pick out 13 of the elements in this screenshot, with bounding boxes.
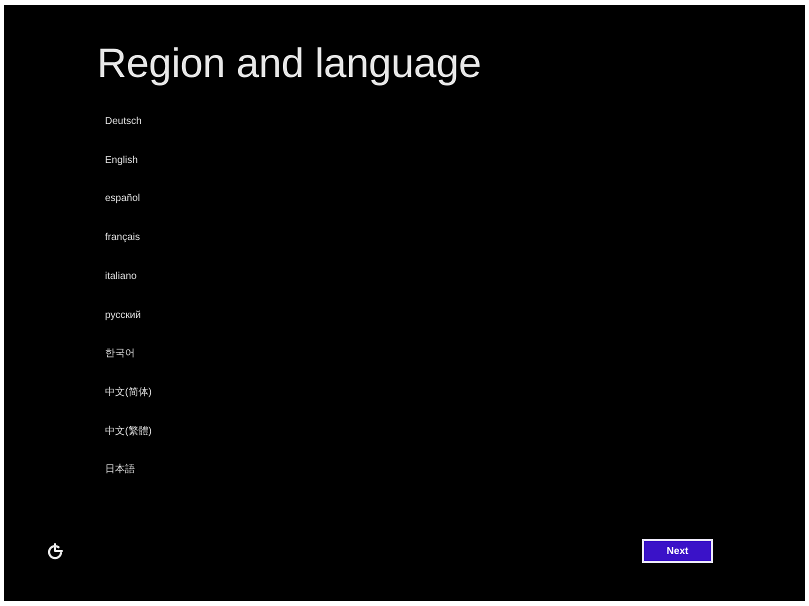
next-button[interactable]: Next: [642, 539, 713, 563]
language-option[interactable]: русский: [103, 308, 143, 323]
language-option[interactable]: français: [103, 231, 142, 246]
language-option[interactable]: 한국어: [103, 347, 137, 362]
language-option[interactable]: español: [103, 192, 142, 206]
language-option[interactable]: English: [103, 154, 140, 168]
language-option[interactable]: 日本語: [103, 463, 137, 478]
language-option[interactable]: 中文(简体): [103, 386, 154, 400]
page-title: Region and language: [97, 41, 482, 86]
language-option[interactable]: italiano: [103, 270, 139, 284]
accessibility-icon[interactable]: [47, 542, 65, 560]
language-option[interactable]: 中文(繁體): [103, 424, 154, 439]
language-option[interactable]: Deutsch: [103, 115, 144, 130]
